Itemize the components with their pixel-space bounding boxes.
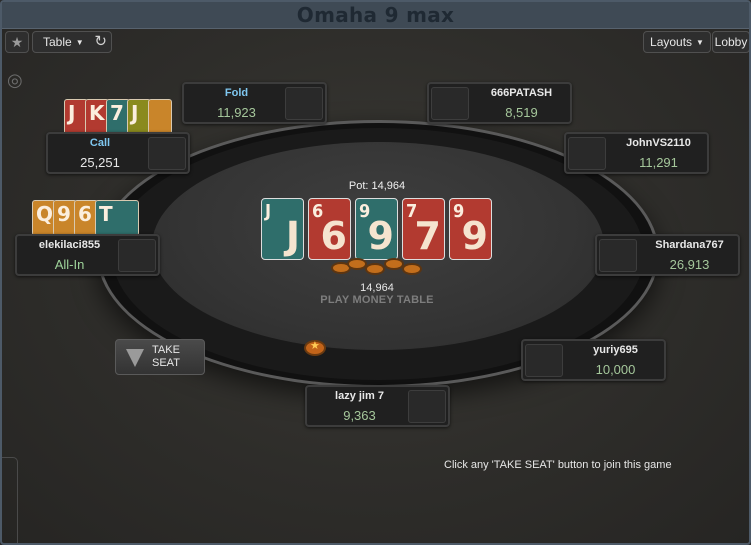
title-bar: Omaha 9 max (2, 2, 749, 29)
seat-elekilaci855[interactable]: elekilaci855 All-In (15, 234, 160, 276)
window-title: Omaha 9 max (296, 3, 455, 27)
seat-666patash[interactable]: 666PATASH 8,519 (427, 82, 572, 124)
player-stack: All-In (54, 257, 85, 272)
seat-yuriy695[interactable]: yuriy695 10,000 (521, 339, 666, 381)
seat-shardana767[interactable]: Shardana767 26,913 (595, 234, 740, 276)
player-name: 666PATASH (490, 87, 553, 99)
card-slot (408, 390, 446, 423)
seat-johnvs2110[interactable]: JohnVS2110 11,291 (564, 132, 709, 174)
player-stack: 25,251 (80, 155, 120, 170)
lobby-button[interactable]: Lobby (712, 31, 749, 53)
player-stack: 11,923 (217, 105, 256, 120)
board-card: JJ (261, 198, 304, 260)
player-name: Shardana767 (655, 239, 724, 251)
take-seat-button[interactable]: TAKE SEAT (115, 339, 205, 375)
join-instruction: Click any 'TAKE SEAT' button to join thi… (444, 459, 672, 471)
player-name: elekilaci855 (38, 239, 101, 251)
star-icon: ★ (10, 34, 24, 50)
toolbar: ★ Table ▼ ↻ Layouts ▼ Lobby (2, 31, 749, 55)
card-slot (525, 344, 563, 377)
layouts-button[interactable]: Layouts ▼ (643, 31, 711, 53)
board-card: 99 (449, 198, 492, 260)
card-slot (148, 137, 186, 170)
dealer-button: ★ (304, 340, 326, 356)
pot-chips (329, 256, 424, 278)
player-stack: 10,000 (595, 362, 636, 377)
play-money-label: PLAY MONEY TABLE (320, 294, 434, 306)
table-menu-button[interactable]: Table ▼ ↻ (32, 31, 112, 53)
hole-card: T (95, 200, 139, 236)
refresh-icon[interactable]: ↻ (94, 32, 107, 52)
pot-label: Pot: 14,964 (348, 180, 406, 192)
player-name: yuriy695 (593, 344, 638, 356)
board-card: 66 (308, 198, 351, 260)
player-stack: 26,913 (669, 257, 710, 272)
pot-amount: 14,964 (360, 282, 394, 294)
down-arrow-icon (126, 349, 144, 367)
card-slot (285, 87, 323, 120)
player-name: JohnVS2110 (626, 137, 691, 149)
card-slot (431, 87, 469, 120)
hole-card (148, 99, 172, 135)
card-slot (568, 137, 606, 170)
seat-call[interactable]: Call 25,251 (46, 132, 190, 174)
star-icon: ★ (310, 340, 320, 352)
player-stack: 8,519 (505, 105, 538, 120)
player-action: Call (89, 137, 111, 149)
card-slot (118, 239, 156, 272)
player-action: Fold (224, 87, 249, 99)
seat-fold[interactable]: Fold 11,923 (182, 82, 327, 124)
board-card: 99 (355, 198, 398, 260)
poker-table-window: Omaha 9 max ★ Table ▼ ↻ Layouts ▼ Lobby ◎ … (0, 0, 751, 545)
target-icon[interactable]: ◎ (7, 70, 27, 90)
seat-lazy-jim-7[interactable]: lazy jim 7 9,363 (305, 385, 450, 427)
player-name: lazy jim 7 (335, 390, 384, 402)
favorite-star-button[interactable]: ★ (5, 31, 29, 53)
caret-down-icon: ▼ (75, 38, 84, 47)
player-stack: 9,363 (343, 408, 376, 423)
caret-down-icon: ▼ (696, 38, 704, 47)
layouts-label: Layouts (650, 35, 693, 49)
player-stack: 11,291 (639, 155, 678, 170)
card-slot (599, 239, 637, 272)
board-card: 77 (402, 198, 445, 260)
table-menu-label: Table (43, 35, 72, 49)
side-panel-handle[interactable] (2, 457, 18, 543)
take-seat-label: TAKE SEAT (152, 344, 180, 369)
